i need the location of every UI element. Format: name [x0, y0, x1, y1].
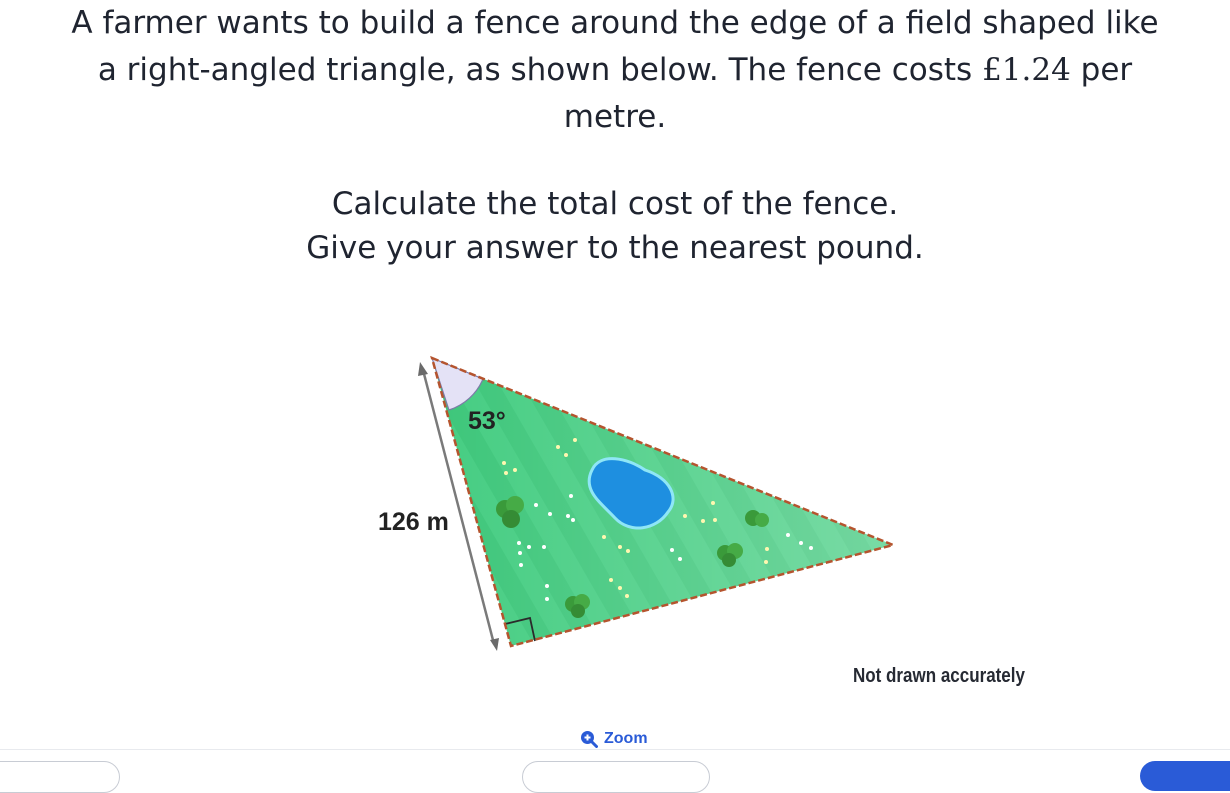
instruction-line-1: Calculate the total cost of the fence. [331, 186, 899, 222]
angle-label: 53° [468, 407, 506, 435]
not-drawn-accurately-note: Not drawn accurately [853, 665, 1025, 687]
footer-left-button[interactable] [0, 761, 120, 793]
question-line-1: A farmer wants to build a fence around t… [71, 5, 1159, 41]
footer-divider [0, 749, 1230, 750]
question-line-2-text: a right-angled triangle, as shown below.… [97, 52, 983, 88]
price-value: £1.24 [982, 52, 1071, 88]
zoom-button[interactable]: Zoom [580, 730, 648, 748]
question-line-2: a right-angled triangle, as shown below.… [0, 47, 1230, 94]
question-line-2-end: per [1070, 52, 1133, 88]
side-length-label: 126 m [378, 508, 449, 536]
triangle-field-diagram: 53° 126 m [378, 355, 897, 651]
footer-center-button[interactable] [522, 761, 710, 793]
footer-primary-button[interactable] [1140, 761, 1230, 791]
question-text: A farmer wants to build a fence around t… [0, 0, 1230, 141]
instructions: Calculate the total cost of the fence. G… [0, 182, 1230, 270]
zoom-in-icon [581, 731, 598, 748]
question-line-3: metre. [563, 99, 667, 135]
instruction-line-2: Give your answer to the nearest pound. [306, 230, 924, 266]
zoom-label: Zoom [604, 730, 648, 747]
